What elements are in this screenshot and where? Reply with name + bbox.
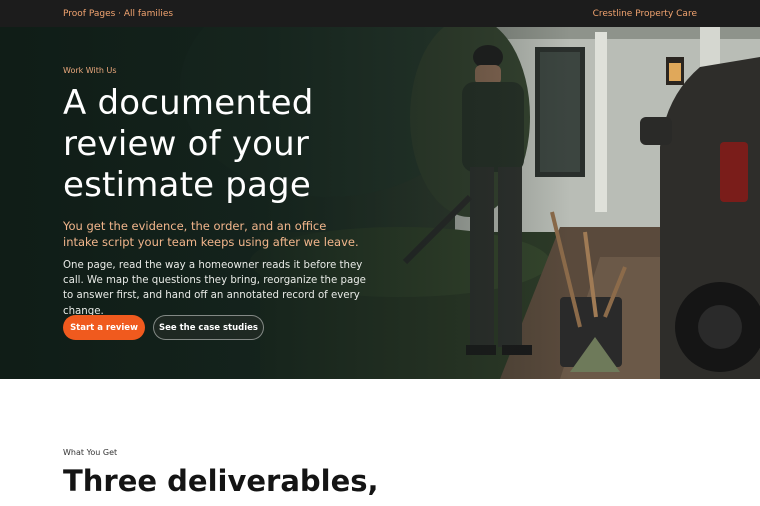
- hero-headline: A documented review of your estimate pag…: [63, 83, 314, 205]
- start-review-button[interactable]: Start a review: [63, 315, 145, 340]
- brand-link[interactable]: Crestline Property Care: [593, 9, 697, 19]
- hero: Work With Us A documented review of your…: [0, 27, 760, 379]
- proof-pages-link[interactable]: Proof Pages · All families: [63, 9, 173, 19]
- deliverables-section: What You Get Three deliverables,: [0, 379, 760, 506]
- top-bar: Proof Pages · All families Crestline Pro…: [0, 0, 760, 27]
- case-studies-button[interactable]: See the case studies: [153, 315, 264, 340]
- hero-subhead: You get the evidence, the order, and an …: [63, 219, 359, 249]
- hero-body: One page, read the way a homeowner reads…: [63, 260, 366, 317]
- section-eyebrow: What You Get: [63, 448, 118, 457]
- section-title: Three deliverables,: [63, 464, 379, 498]
- hero-eyebrow: Work With Us: [63, 66, 117, 75]
